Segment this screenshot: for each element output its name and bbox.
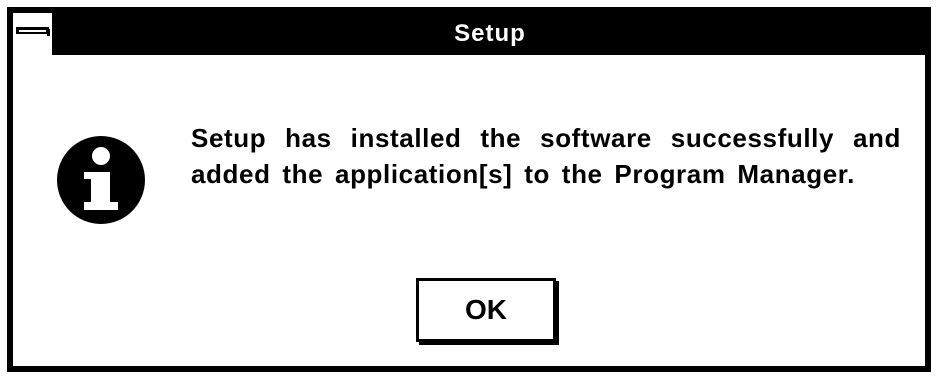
dialog-message: Setup has installed the software success…: [191, 123, 901, 189]
info-icon: [57, 136, 145, 224]
system-menu-button[interactable]: [13, 13, 55, 55]
title-bar: Setup: [13, 13, 925, 55]
ok-button-label: OK: [465, 294, 507, 325]
window-title: Setup: [454, 20, 526, 47]
system-menu-icon: [16, 27, 50, 36]
ok-button[interactable]: OK: [416, 278, 556, 342]
setup-dialog: Setup Setup has installed the software s…: [7, 7, 931, 372]
